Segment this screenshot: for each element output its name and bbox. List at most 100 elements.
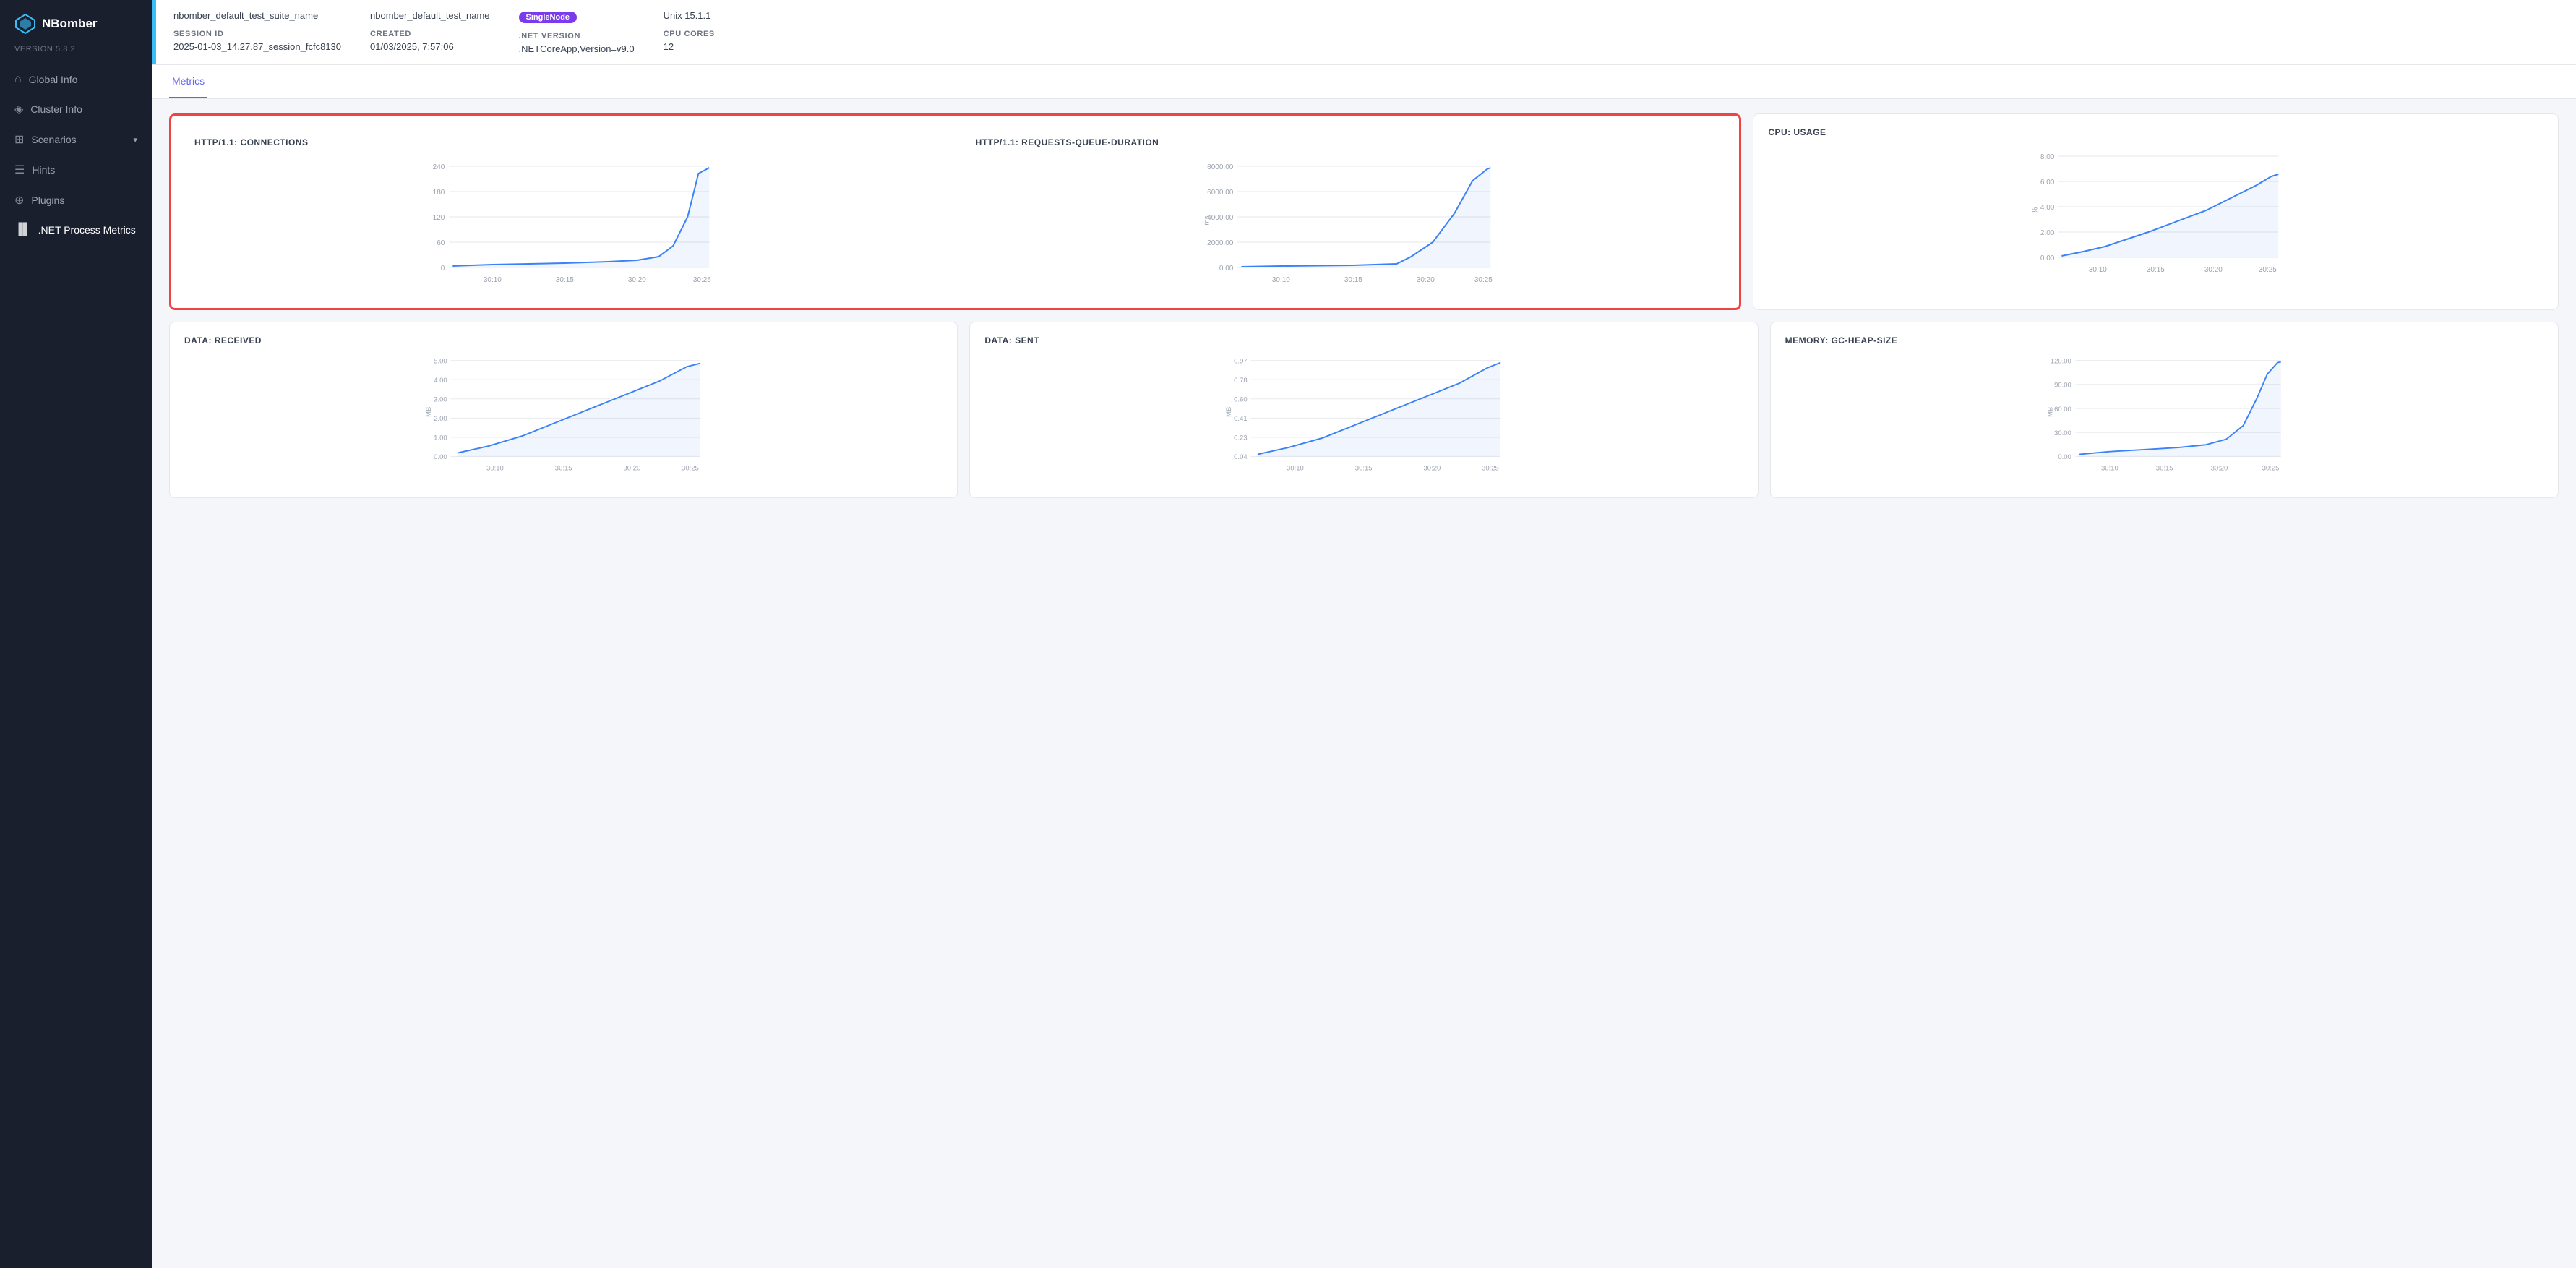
svg-text:2.00: 2.00 — [434, 415, 447, 423]
chart-container-sent: 0.97 0.78 0.60 0.41 0.23 0.04 MB 30:10 3… — [984, 357, 1743, 487]
suite-name-1: nbomber_default_test_suite_name — [173, 10, 341, 21]
created-label: CREATED — [370, 30, 490, 38]
svg-text:30:20: 30:20 — [1416, 276, 1434, 284]
chart-http-queue: HTTP/1.1: REQUESTS-QUEUE-DURATION 8000.0… — [961, 124, 1731, 299]
sidebar-item-label: Cluster Info — [30, 103, 82, 115]
svg-text:30:20: 30:20 — [2210, 464, 2228, 472]
svg-text:240: 240 — [433, 163, 445, 171]
version-label: VERSION 5.8.2 — [0, 42, 152, 65]
svg-text:30:20: 30:20 — [628, 276, 646, 284]
svg-text:120: 120 — [433, 214, 445, 222]
sidebar-item-cluster-info[interactable]: ◈ Cluster Info — [0, 94, 152, 124]
svg-text:0.23: 0.23 — [1235, 434, 1248, 442]
suite-name-section: nbomber_default_test_suite_name SESSION … — [173, 10, 341, 54]
svg-text:4.00: 4.00 — [434, 377, 447, 385]
chart-http-connections: HTTP/1.1: CONNECTIONS 240 180 — [180, 124, 950, 299]
main-content: nbomber_default_test_suite_name SESSION … — [152, 0, 2576, 1268]
sidebar-item-label: Hints — [32, 164, 55, 176]
home-icon: ⌂ — [14, 73, 22, 86]
sidebar-item-plugins[interactable]: ⊕ Plugins — [0, 185, 152, 215]
cpu-cores-label: CPU CORES — [664, 30, 715, 38]
sidebar-item-net-process-metrics[interactable]: ▐▌ .NET Process Metrics — [0, 215, 152, 244]
chart-title-sent: DATA: SENT — [984, 335, 1743, 346]
net-version-label: .NET VERSION — [519, 32, 635, 40]
svg-text:30:15: 30:15 — [2147, 266, 2165, 274]
tab-metrics[interactable]: Metrics — [169, 65, 207, 98]
svg-text:30:15: 30:15 — [555, 464, 572, 472]
svg-text:ms: ms — [1203, 215, 1211, 225]
scenarios-icon: ⊞ — [14, 132, 24, 147]
svg-text:30:25: 30:25 — [2262, 464, 2279, 472]
created-section: nbomber_default_test_name CREATED 01/03/… — [370, 10, 490, 54]
chart-title-cpu: CPU: USAGE — [1768, 127, 2543, 137]
svg-text:60: 60 — [437, 239, 445, 247]
sidebar-item-label: Scenarios — [31, 134, 76, 145]
sidebar-item-hints[interactable]: ☰ Hints — [0, 155, 152, 185]
info-bar: nbomber_default_test_suite_name SESSION … — [152, 0, 2576, 65]
chart-memory-gc: MEMORY: GC-HEAP-SIZE 120.00 90.00 60.00 … — [1770, 322, 2559, 498]
info-sections: nbomber_default_test_suite_name SESSION … — [156, 0, 2576, 64]
chart-title-received: DATA: RECEIVED — [184, 335, 943, 346]
cpu-cores-value: 12 — [664, 41, 715, 52]
chart-cpu-usage: CPU: USAGE 8.00 6.00 4.00 2.00 0.00 % — [1753, 113, 2559, 310]
hints-icon: ☰ — [14, 163, 25, 177]
svg-text:3.00: 3.00 — [434, 396, 447, 404]
svg-text:30:10: 30:10 — [484, 276, 502, 284]
svg-text:180: 180 — [433, 189, 445, 197]
chart-svg-connections: 240 180 120 60 0 30:10 30:15 30:20 30:25 — [194, 159, 935, 289]
chart-title-memory: MEMORY: GC-HEAP-SIZE — [1785, 335, 2543, 346]
svg-text:MB: MB — [1225, 407, 1233, 417]
svg-text:0.97: 0.97 — [1235, 358, 1248, 366]
chart-container-memory: 120.00 90.00 60.00 30.00 0.00 MB 30:10 3… — [1785, 357, 2543, 487]
svg-text:30:20: 30:20 — [624, 464, 641, 472]
sidebar-item-label: Global Info — [29, 74, 78, 85]
created-value: 01/03/2025, 7:57:06 — [370, 41, 490, 52]
svg-text:30:25: 30:25 — [1474, 276, 1492, 284]
session-id-value: 2025-01-03_14.27.87_session_fcfc8130 — [173, 41, 341, 52]
svg-text:4000.00: 4000.00 — [1207, 214, 1234, 222]
sidebar-item-global-info[interactable]: ⌂ Global Info — [0, 65, 152, 94]
plugins-icon: ⊕ — [14, 193, 24, 207]
logo-text: NBomber — [42, 17, 98, 31]
svg-text:90.00: 90.00 — [2054, 382, 2071, 390]
svg-text:30:15: 30:15 — [556, 276, 574, 284]
svg-text:0.00: 0.00 — [434, 453, 447, 461]
svg-text:0.00: 0.00 — [2040, 254, 2055, 262]
metrics-icon: ▐▌ — [14, 223, 31, 236]
sidebar-item-label: Plugins — [31, 194, 64, 206]
svg-text:30:10: 30:10 — [486, 464, 504, 472]
svg-text:6000.00: 6000.00 — [1207, 189, 1234, 197]
suite-name-2: nbomber_default_test_name — [370, 10, 490, 21]
os-section: Unix 15.1.1 CPU CORES 12 — [664, 10, 715, 54]
svg-text:%: % — [2032, 207, 2040, 213]
svg-text:30:10: 30:10 — [2089, 266, 2107, 274]
chart-container-cpu: 8.00 6.00 4.00 2.00 0.00 % 30:10 30:15 3… — [1768, 149, 2543, 279]
svg-text:30:15: 30:15 — [1344, 276, 1362, 284]
cluster-icon: ◈ — [14, 102, 23, 116]
svg-text:5.00: 5.00 — [434, 358, 447, 366]
charts-area: HTTP/1.1: CONNECTIONS 240 180 — [152, 99, 2576, 513]
svg-text:1.00: 1.00 — [434, 434, 447, 442]
svg-text:30.00: 30.00 — [2054, 429, 2071, 437]
svg-text:30:15: 30:15 — [1355, 464, 1373, 472]
svg-text:MB: MB — [425, 407, 433, 417]
tabs-bar: Metrics — [152, 65, 2576, 99]
svg-text:0.04: 0.04 — [1235, 453, 1248, 461]
node-type-section: SingleNode .NET VERSION .NETCoreApp,Vers… — [519, 10, 635, 54]
chart-title-connections: HTTP/1.1: CONNECTIONS — [194, 137, 935, 147]
svg-text:30:10: 30:10 — [2101, 464, 2118, 472]
os-version: Unix 15.1.1 — [664, 10, 715, 21]
chart-svg-cpu: 8.00 6.00 4.00 2.00 0.00 % 30:10 30:15 3… — [1768, 149, 2543, 279]
svg-text:0.60: 0.60 — [1235, 396, 1248, 404]
svg-text:0.78: 0.78 — [1235, 377, 1248, 385]
svg-text:30:25: 30:25 — [682, 464, 699, 472]
svg-text:0: 0 — [441, 265, 445, 273]
chart-data-sent: DATA: SENT 0.97 0.78 0.60 0.41 0.23 — [969, 322, 1758, 498]
svg-text:8000.00: 8000.00 — [1207, 163, 1234, 171]
svg-text:6.00: 6.00 — [2040, 179, 2055, 187]
sidebar-item-scenarios[interactable]: ⊞ Scenarios ▾ — [0, 124, 152, 155]
svg-text:60.00: 60.00 — [2054, 406, 2071, 414]
svg-text:30:20: 30:20 — [1424, 464, 1441, 472]
svg-text:0.41: 0.41 — [1235, 415, 1248, 423]
sidebar-item-label: .NET Process Metrics — [38, 224, 136, 236]
